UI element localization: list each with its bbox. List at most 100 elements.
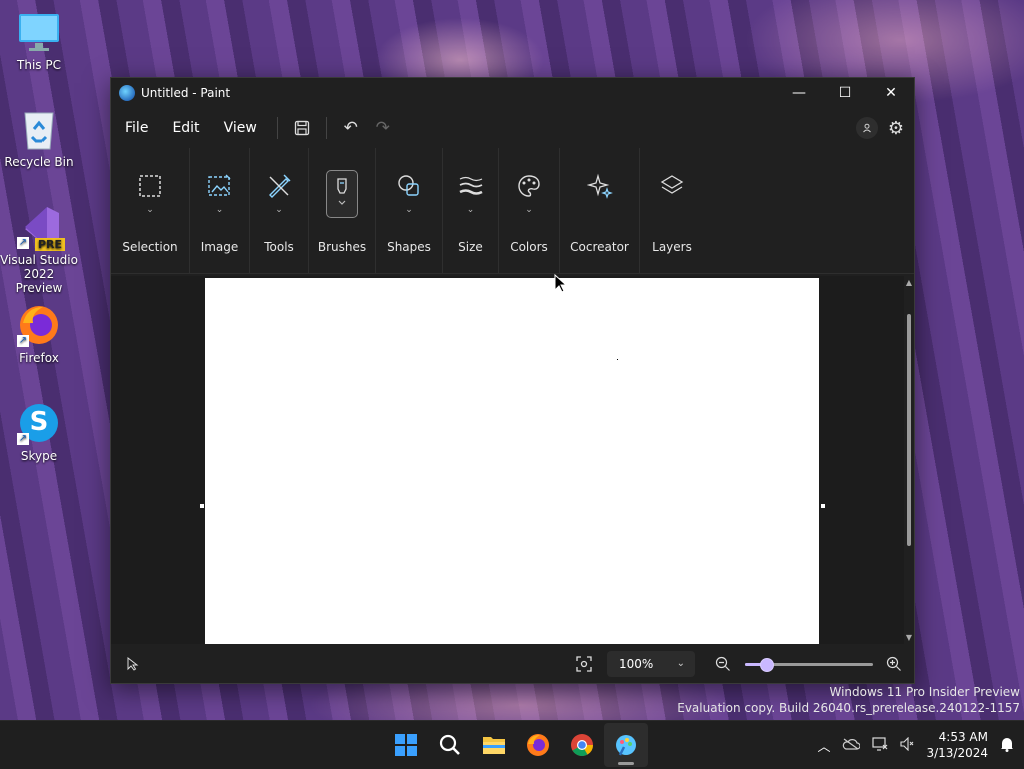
ribbon-group-tools[interactable]: ⌄ Tools — [250, 148, 309, 273]
ribbon-label: Shapes — [387, 240, 431, 254]
ribbon-group-shapes[interactable]: ⌄ Shapes — [376, 148, 443, 273]
menu-file[interactable]: File — [113, 113, 160, 143]
account-icon[interactable] — [855, 117, 878, 139]
windows-watermark: Windows 11 Pro Insider Preview Evaluatio… — [677, 684, 1020, 716]
maximize-button[interactable]: ☐ — [822, 78, 868, 108]
desktop-icon-label: Recycle Bin — [4, 155, 74, 169]
ribbon-label: Layers — [652, 240, 692, 254]
zoom-dropdown[interactable]: 100% ⌄ — [607, 651, 695, 677]
brushes-icon — [326, 170, 358, 218]
pre-badge: PRE — [34, 238, 65, 251]
zoom-value: 100% — [619, 657, 654, 671]
monitor-icon — [17, 10, 61, 54]
menu-view[interactable]: View — [212, 113, 269, 143]
watermark-build: Evaluation copy. Build 26040.rs_prerelea… — [677, 701, 1020, 715]
zoom-slider[interactable] — [745, 658, 873, 672]
desktop-icon-visual-studio[interactable]: PRE ↗ Visual Studio 2022 Preview — [0, 205, 78, 295]
file-explorer-icon[interactable] — [472, 723, 516, 767]
vertical-scrollbar[interactable]: ▲ ▼ — [904, 276, 914, 644]
notification-bell-icon[interactable] — [1000, 736, 1014, 755]
firefox-icon[interactable] — [516, 723, 560, 767]
firefox-icon: ↗ — [17, 303, 61, 347]
shortcut-arrow-icon: ↗ — [17, 237, 29, 249]
clock-date: 3/13/2024 — [926, 746, 988, 760]
taskbar: ︿ 4:53 AM 3/13/2024 — [0, 720, 1024, 769]
ribbon-toolbar: ⌄ Selection ⌄ Image ⌄ Tools Brushes ⌄ Sh… — [111, 148, 914, 274]
chevron-down-icon: ⌄ — [405, 205, 413, 215]
zoom-slider-thumb[interactable] — [759, 658, 774, 672]
volume-muted-icon[interactable] — [900, 736, 914, 754]
drawing-canvas[interactable] — [205, 278, 819, 644]
shapes-icon — [393, 170, 425, 202]
start-icon[interactable] — [384, 723, 428, 767]
menu-edit[interactable]: Edit — [160, 113, 211, 143]
chevron-down-icon: ⌄ — [676, 658, 685, 669]
paint-window: Untitled - Paint — ☐ ✕ File Edit View ↶ … — [110, 77, 915, 684]
chevron-down-icon: ⌄ — [525, 205, 533, 215]
close-button[interactable]: ✕ — [868, 78, 914, 108]
save-icon[interactable] — [286, 113, 318, 143]
clock-time: 4:53 AM — [938, 730, 988, 744]
ribbon-group-layers[interactable]: Layers — [640, 148, 704, 273]
shortcut-arrow-icon: ↗ — [17, 335, 29, 347]
desktop-icon-firefox[interactable]: ↗ Firefox — [0, 303, 78, 365]
menu-divider — [325, 117, 327, 139]
search-icon[interactable] — [428, 723, 472, 767]
size-icon — [455, 170, 487, 202]
settings-gear-icon[interactable]: ⚙ — [888, 118, 904, 139]
scroll-down-arrow-icon[interactable]: ▼ — [904, 633, 914, 642]
paint-app-icon — [119, 85, 135, 101]
desktop-icon-label: This PC — [17, 58, 61, 72]
desktop-icon-skype[interactable]: S ↗ Skype — [0, 401, 78, 463]
network-icon[interactable] — [872, 736, 888, 754]
menu-divider — [276, 117, 278, 139]
ribbon-group-selection[interactable]: ⌄ Selection — [111, 148, 190, 273]
chevron-up-icon[interactable]: ︿ — [817, 736, 830, 755]
chevron-down-icon: ⌄ — [146, 205, 154, 215]
ribbon-group-brushes[interactable]: Brushes — [309, 148, 376, 273]
ribbon-group-colors[interactable]: ⌄ Colors — [499, 148, 560, 273]
mouse-cursor-icon — [554, 273, 568, 298]
desktop-icon-label: Skype — [20, 449, 58, 463]
scroll-up-arrow-icon[interactable]: ▲ — [904, 278, 914, 287]
tools-icon — [263, 170, 295, 202]
clock[interactable]: 4:53 AM 3/13/2024 — [926, 729, 988, 761]
ribbon-label: Colors — [510, 240, 548, 254]
ribbon-label: Size — [458, 240, 483, 254]
ribbon-label: Brushes — [317, 240, 367, 254]
shortcut-arrow-icon: ↗ — [17, 433, 29, 445]
recycle-bin-icon — [17, 107, 61, 151]
canvas-dot — [617, 359, 618, 360]
title-bar[interactable]: Untitled - Paint — ☐ ✕ — [111, 78, 914, 108]
canvas-workspace — [111, 276, 904, 644]
redo-icon[interactable]: ↷ — [367, 113, 399, 143]
selection-icon — [134, 170, 166, 202]
ribbon-group-image[interactable]: ⌄ Image — [190, 148, 250, 273]
fit-to-window-icon[interactable] — [575, 655, 593, 677]
scrollbar-thumb[interactable] — [907, 314, 911, 546]
ribbon-label: Tools — [264, 240, 294, 254]
ribbon-label: Image — [200, 240, 239, 254]
watermark-edition: Windows 11 Pro Insider Preview — [829, 685, 1020, 699]
chevron-down-icon: ⌄ — [466, 205, 475, 215]
ribbon-group-cocreator[interactable]: Cocreator — [560, 148, 640, 273]
chrome-icon[interactable] — [560, 723, 604, 767]
window-title: Untitled - Paint — [141, 86, 231, 100]
zoom-out-icon[interactable] — [715, 656, 731, 676]
onedrive-icon[interactable] — [842, 738, 861, 753]
zoom-in-icon[interactable] — [886, 656, 902, 676]
layers-icon — [656, 170, 688, 202]
undo-icon[interactable]: ↶ — [335, 113, 367, 143]
desktop-icon-recycle-bin[interactable]: Recycle Bin — [0, 107, 78, 169]
desktop-icon-this-pc[interactable]: This PC — [0, 10, 78, 72]
ribbon-label: Selection — [122, 240, 178, 254]
desktop-icon-label: Firefox — [19, 351, 59, 365]
canvas-resize-handle-right[interactable] — [821, 504, 825, 508]
ribbon-label: Cocreator — [570, 240, 629, 254]
pointer-position-icon — [127, 656, 139, 675]
canvas-resize-handle-left[interactable] — [200, 504, 204, 508]
desktop-icon-label: Visual Studio 2022 Preview — [0, 253, 78, 295]
minimize-button[interactable]: — — [776, 78, 822, 108]
paint-icon[interactable] — [604, 723, 648, 767]
ribbon-group-size[interactable]: ⌄ Size — [443, 148, 499, 273]
